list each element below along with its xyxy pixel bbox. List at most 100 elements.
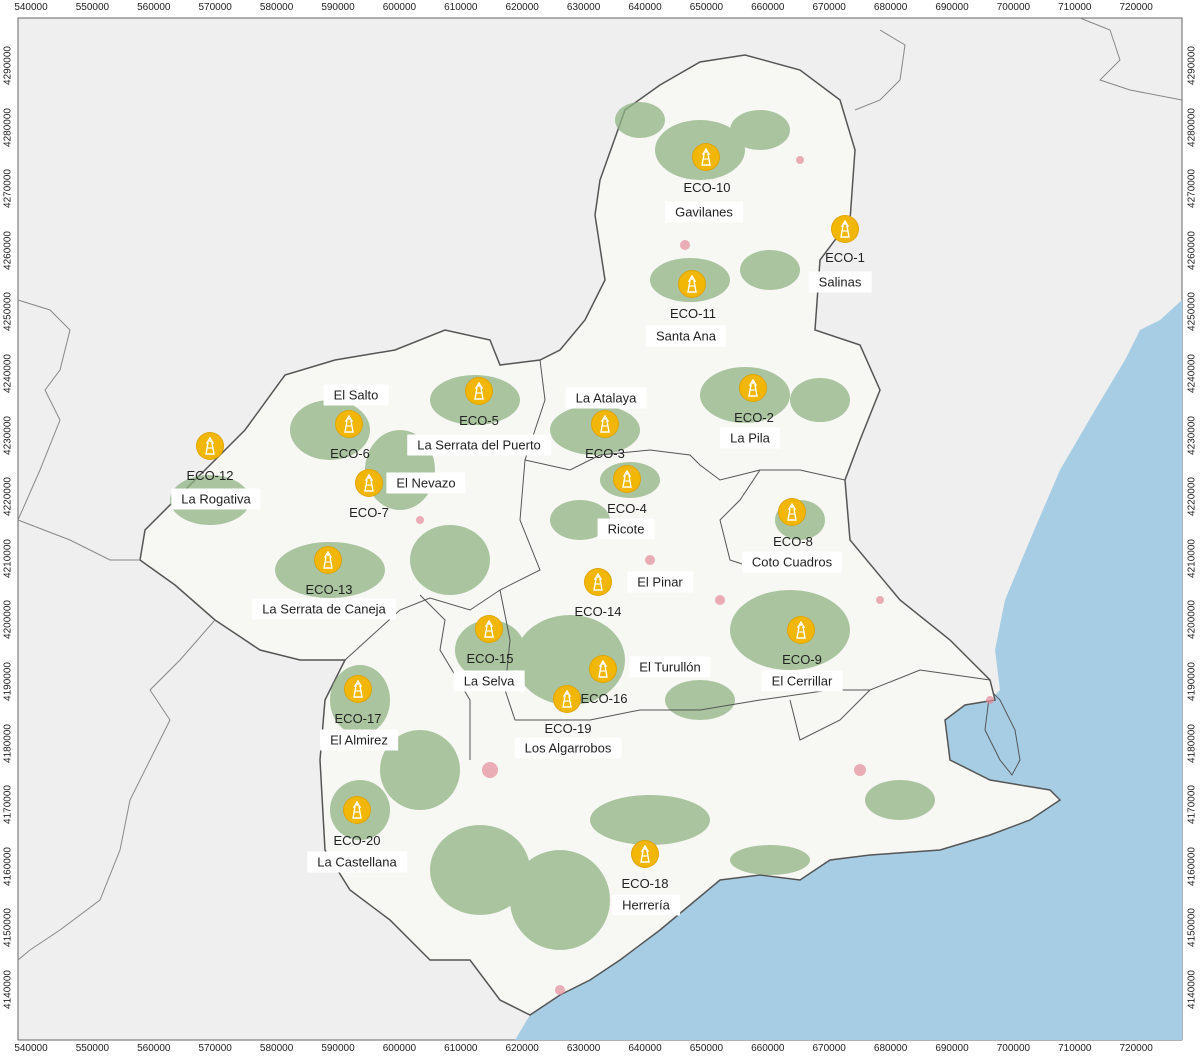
x-tick-label-bottom: 660000 [751,1043,785,1054]
tower-icon[interactable] [476,616,502,642]
x-tick-label-bottom: 580000 [259,1043,294,1054]
y-tick-label-left: 4220000 [2,477,14,517]
y-tick-label-left: 4250000 [2,292,14,332]
station-name-label: El Nevazo [386,472,466,494]
station-name-label: La Pila [720,427,780,449]
x-tick-label-bottom: 600000 [382,1043,417,1054]
tower-icon[interactable] [740,375,766,401]
x-tick-label-top: 610000 [444,2,478,13]
station-name-label: El Pinar [627,571,693,593]
station-name-label: Herrería [612,894,680,916]
x-tick-label-bottom: 650000 [689,1043,724,1054]
station-code-label: ECO-15 [466,651,514,666]
y-tick-label-right: 4220000 [1186,477,1198,517]
station-name-label: La Atalaya [565,387,647,409]
station-name-label: Los Algarrobos [514,737,622,759]
station-name-label: La Serrata del Puerto [407,434,551,456]
y-tick-label-left: 4150000 [2,908,14,948]
x-tick-label-top: 690000 [935,2,969,13]
y-tick-label-left: 4230000 [2,415,14,455]
y-tick-label-left: 4200000 [2,600,14,640]
tower-icon[interactable] [344,797,370,823]
x-tick-label-bottom: 690000 [935,1043,969,1054]
x-tick-label-bottom: 710000 [1058,1043,1092,1054]
station-name-label: Salinas [808,271,872,293]
station-code-label: ECO-5 [459,413,499,428]
tower-icon[interactable] [585,569,611,595]
y-tick-label-left: 4290000 [2,46,14,85]
station-code-label: ECO-9 [782,652,822,667]
station-code-label: ECO-17 [334,711,382,726]
tower-icon[interactable] [197,433,223,459]
x-tick-label-top: 580000 [259,2,294,13]
x-tick-label-top: 550000 [75,2,110,13]
tower-icon[interactable] [693,144,719,170]
station-name-label: El Cerrillar [761,670,843,692]
station-name-label: El Almirez [320,729,398,751]
y-tick-label-right: 4150000 [1186,908,1198,948]
tower-icon[interactable] [590,656,616,682]
x-tick-label-bottom: 680000 [873,1043,908,1054]
tower-icon[interactable] [832,216,858,242]
station-code-label: ECO-10 [683,180,731,195]
y-tick-label-right: 4200000 [1186,600,1198,640]
x-tick-label-top: 540000 [14,2,48,13]
tower-icon[interactable] [345,676,371,702]
x-tick-label-top: 600000 [382,2,417,13]
x-tick-label-bottom: 550000 [75,1043,110,1054]
tower-icon[interactable] [336,411,362,437]
station-code-label: ECO-18 [621,876,669,891]
x-tick-label-top: 660000 [751,2,785,13]
tower-icon[interactable] [614,466,640,492]
station-code-label: ECO-6 [330,446,370,461]
x-tick-label-bottom: 570000 [198,1043,232,1054]
station-name-label: La Rogativa [171,488,261,510]
station-name-label: La Selva [453,670,525,692]
y-tick-label-left: 4270000 [2,169,14,209]
y-tick-label-left: 4180000 [2,723,14,763]
station-code-label: ECO-19 [544,721,592,736]
y-tick-label-left: 4160000 [2,846,14,886]
tower-icon[interactable] [356,470,382,496]
tower-icon[interactable] [788,617,814,643]
x-tick-label-bottom: 560000 [137,1043,171,1054]
x-tick-label-bottom: 540000 [14,1043,48,1054]
y-tick-label-right: 4140000 [1186,970,1198,1009]
x-tick-label-bottom: 640000 [628,1043,662,1054]
y-tick-label-right: 4190000 [1186,662,1198,701]
y-tick-label-left: 4210000 [2,538,14,578]
x-tick-label-bottom: 720000 [1119,1043,1153,1054]
station-code-label: ECO-4 [607,501,647,516]
station-name-label: Santa Ana [646,325,726,347]
tower-icon[interactable] [466,378,492,404]
station-name-label: El Turullón [629,656,711,678]
station-code-label: ECO-12 [186,468,234,483]
station-name-label: La Serrata de Caneja [252,598,396,620]
station-name-label: El Salto [323,384,389,406]
x-tick-label-top: 670000 [812,2,846,13]
tower-icon[interactable] [554,686,580,712]
y-tick-label-right: 4270000 [1186,169,1198,209]
x-tick-label-top: 710000 [1058,2,1092,13]
station-name-label: Coto Cuadros [741,551,843,573]
tower-icon[interactable] [315,547,341,573]
station-code-label: ECO-2 [734,410,774,425]
x-tick-label-top: 640000 [628,2,662,13]
station-name-label: Gavilanes [665,201,743,223]
map-frame: ECO-10 Gavilanes ECO-1 Salinas ECO-11 Santa A… [0,0,1200,1058]
tower-icon[interactable] [632,841,658,867]
station-code-label: ECO-13 [305,582,353,597]
y-tick-label-right: 4180000 [1186,723,1198,763]
x-tick-label-bottom: 630000 [566,1043,601,1054]
tower-icon[interactable] [592,411,618,437]
y-tick-label-left: 4190000 [2,662,14,701]
x-tick-label-bottom: 590000 [321,1043,355,1054]
y-tick-label-right: 4240000 [1186,354,1198,393]
tower-icon[interactable] [779,499,805,525]
x-tick-label-top: 650000 [689,2,724,13]
station-name-label: La Castellana [307,851,407,873]
x-tick-label-top: 680000 [873,2,908,13]
y-tick-label-right: 4210000 [1186,538,1198,578]
y-tick-label-right: 4290000 [1186,46,1198,85]
tower-icon[interactable] [679,271,705,297]
